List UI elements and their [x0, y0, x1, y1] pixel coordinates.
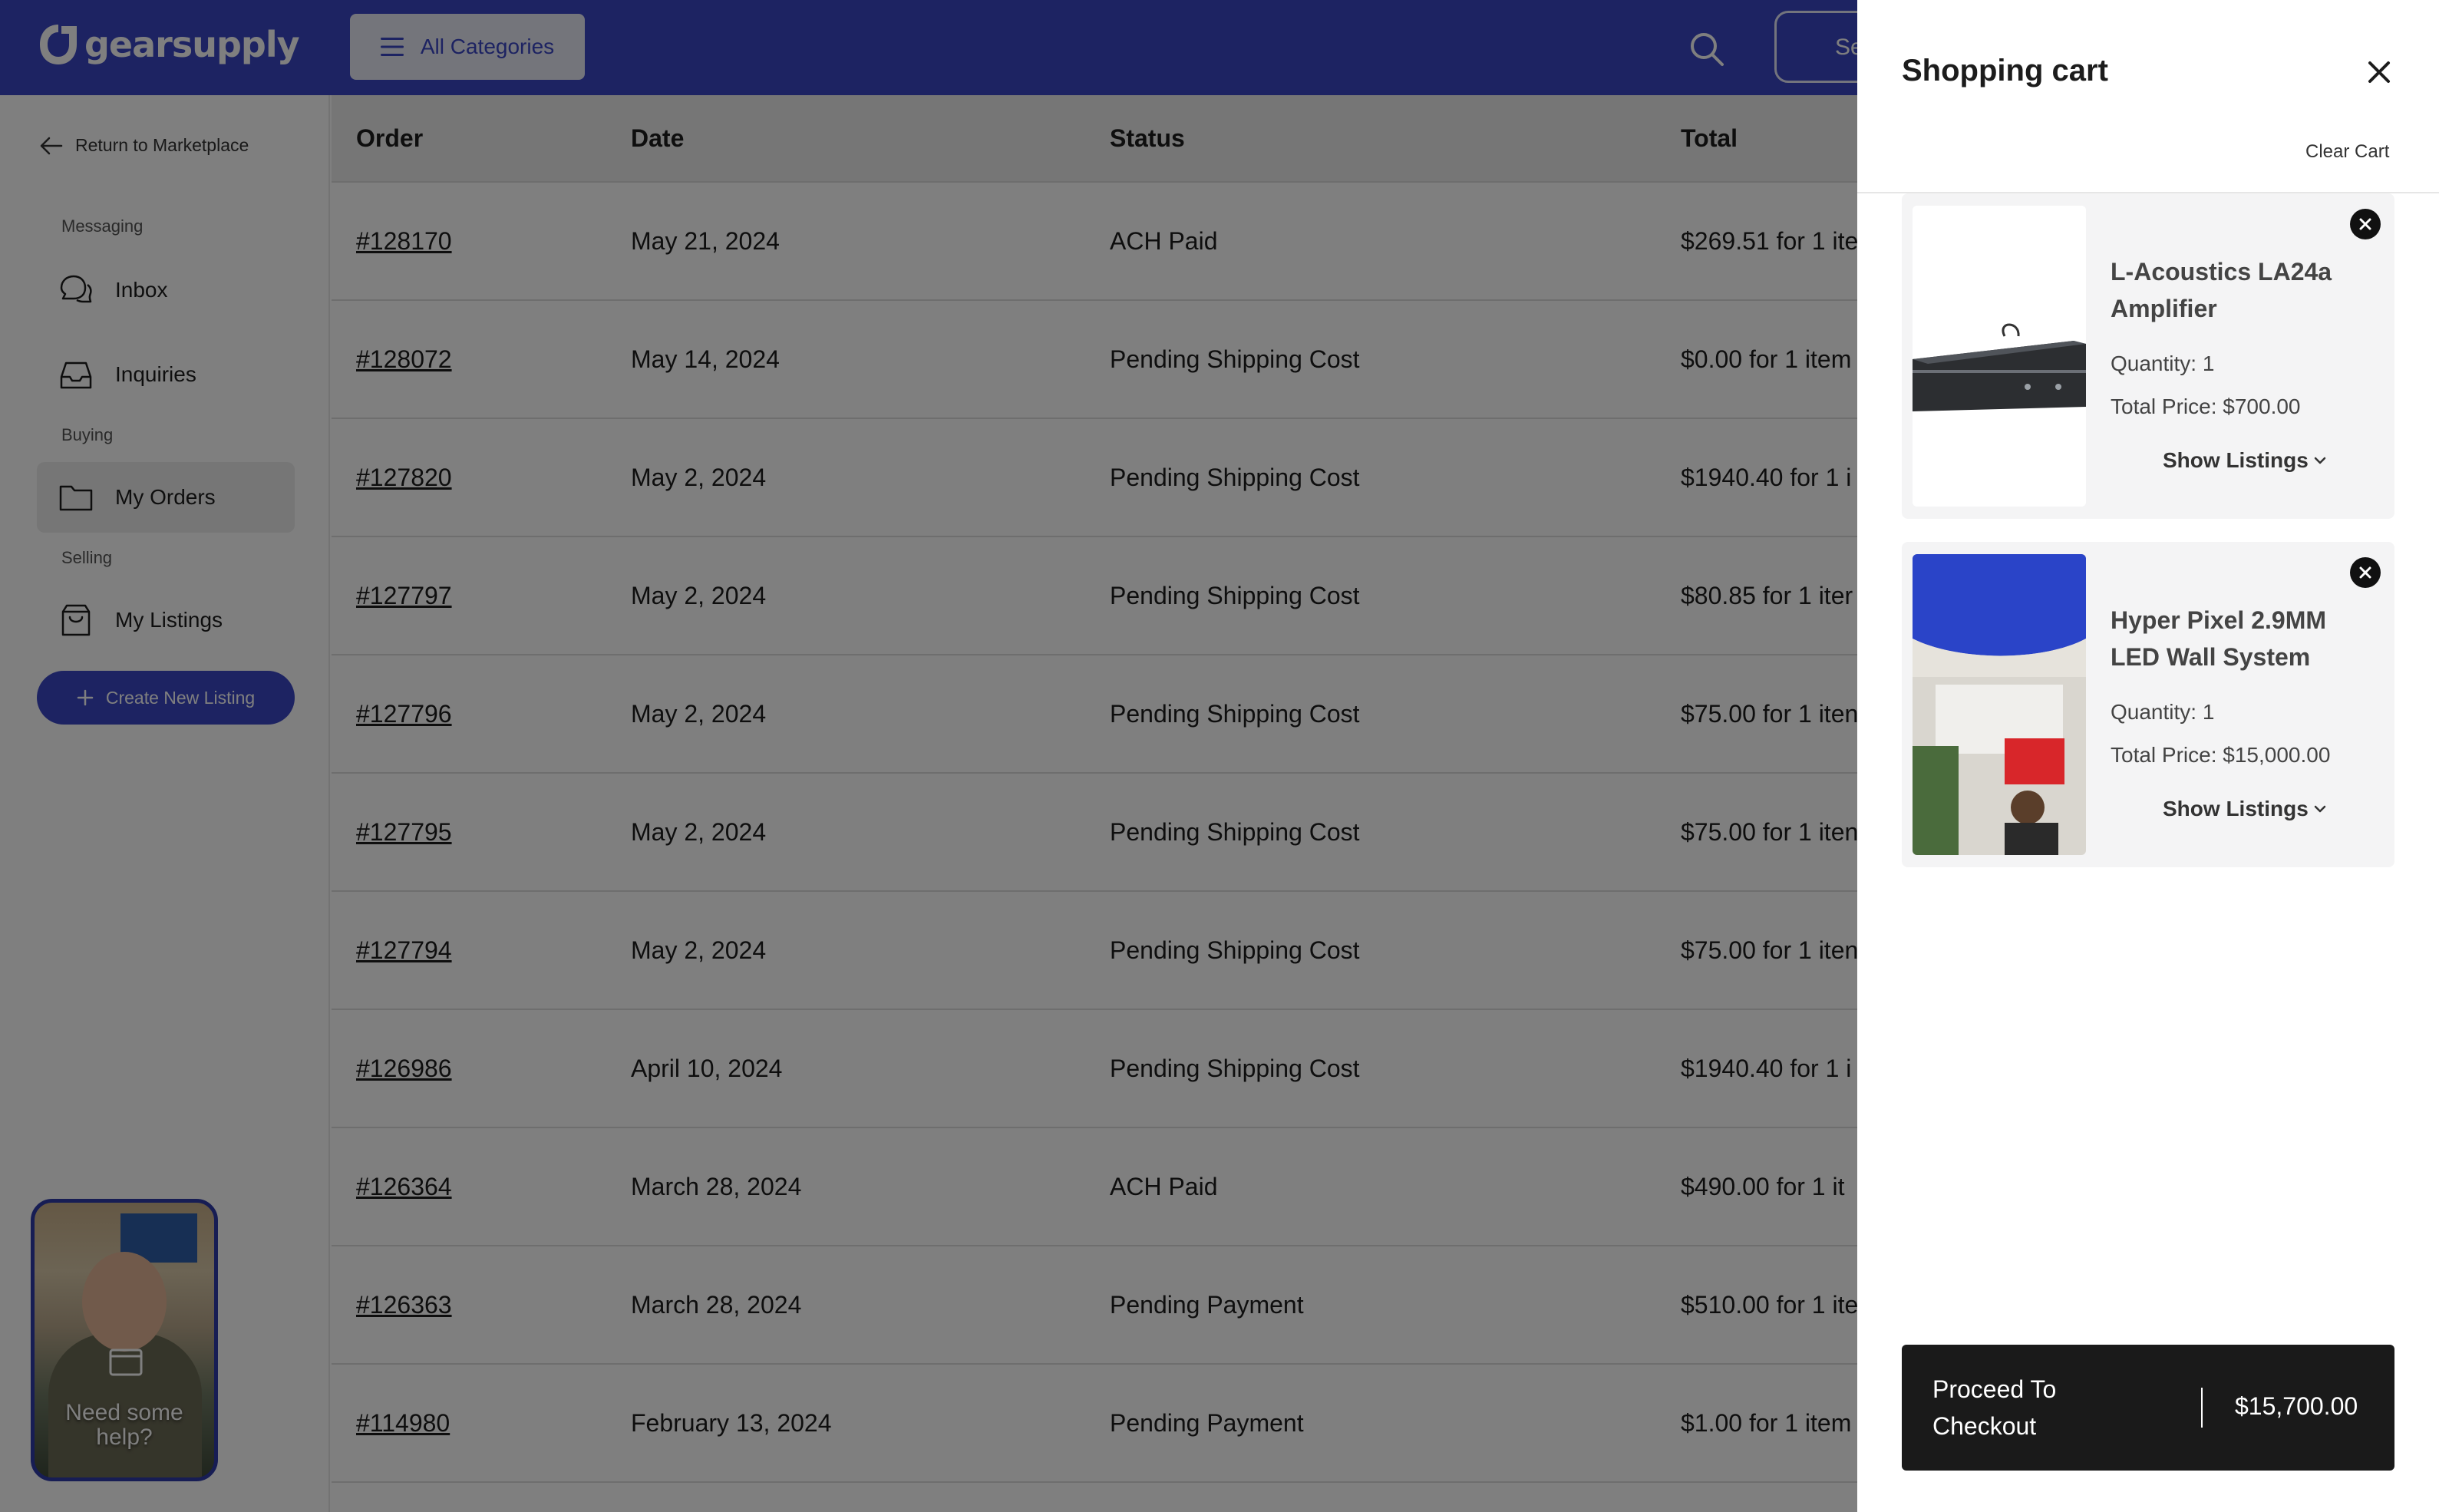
- item-total-price: Total Price: $15,000.00: [2111, 743, 2331, 767]
- item-quantity: Quantity: 1: [2111, 352, 2215, 375]
- close-icon[interactable]: [2365, 58, 2393, 86]
- chevron-down-icon: [2314, 805, 2326, 813]
- show-listings-label: Show Listings: [2163, 797, 2309, 820]
- show-listings-label: Show Listings: [2163, 448, 2309, 472]
- cart-title: Shopping cart: [1902, 54, 2108, 87]
- cart-item: L-Acoustics LA24a Amplifier Quantity: 1 …: [1902, 193, 2394, 519]
- item-name[interactable]: L-Acoustics LA24a Amplifier: [2111, 253, 2371, 327]
- clear-cart-link[interactable]: Clear Cart: [2305, 141, 2389, 163]
- proceed-to-checkout-button[interactable]: Proceed To Checkout $15,700.00: [1902, 1345, 2394, 1471]
- shopping-cart-drawer: Shopping cart Clear Cart L-Acoustics LA2…: [1857, 0, 2439, 1512]
- show-listings-toggle[interactable]: Show Listings: [2163, 797, 2328, 821]
- amplifier-image: [1913, 206, 2086, 507]
- product-thumbnail[interactable]: [1913, 206, 2086, 507]
- checkout-total: $15,700.00: [2235, 1392, 2358, 1420]
- checkout-separator: [2201, 1388, 2203, 1428]
- remove-item-button[interactable]: [2350, 557, 2381, 588]
- item-quantity: Quantity: 1: [2111, 700, 2215, 724]
- cart-item: Hyper Pixel 2.9MM LED Wall System Quanti…: [1902, 542, 2394, 867]
- product-thumbnail[interactable]: [1913, 554, 2086, 855]
- remove-item-button[interactable]: [2350, 209, 2381, 239]
- remove-icon: [2359, 218, 2371, 230]
- checkout-label: Proceed To Checkout: [1932, 1375, 2057, 1440]
- remove-icon: [2359, 566, 2371, 579]
- modal-overlay[interactable]: [0, 0, 1857, 1512]
- chevron-down-icon: [2314, 457, 2326, 464]
- item-total-price: Total Price: $700.00: [2111, 395, 2301, 418]
- show-listings-toggle[interactable]: Show Listings: [2163, 448, 2328, 473]
- item-name[interactable]: Hyper Pixel 2.9MM LED Wall System: [2111, 602, 2371, 675]
- led-wall-image: [1913, 554, 2086, 855]
